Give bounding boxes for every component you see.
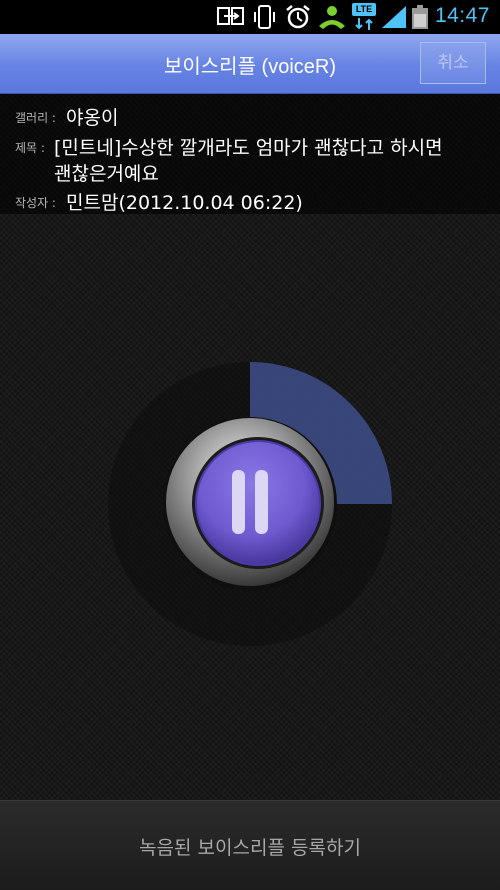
register-voice-reply-button[interactable]: 녹음된 보이스리플 등록하기 — [0, 800, 500, 890]
pause-button[interactable] — [195, 440, 321, 566]
register-voice-reply-label: 녹음된 보이스리플 등록하기 — [139, 837, 361, 859]
voice-player — [108, 362, 392, 646]
